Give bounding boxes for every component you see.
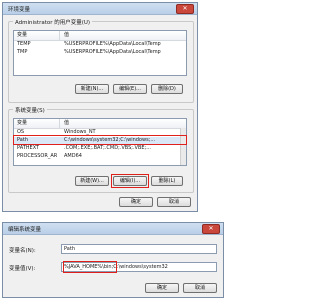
variable-name: PATHEXT — [17, 145, 40, 151]
system-delete-button[interactable]: 删除(L) — [151, 176, 183, 186]
table-row[interactable]: TMP %USERPROFILE%\AppData\Local\Temp — [14, 49, 186, 57]
column-header-variable[interactable]: 变量 — [17, 32, 27, 39]
column-header-value[interactable]: 值 — [64, 120, 69, 127]
variable-value: .COM;.EXE;.BAT;.CMD;.VBS;.VBE;... — [64, 145, 152, 151]
ok-button[interactable]: 确定 — [119, 197, 153, 207]
user-edit-button[interactable]: 编辑(E)... — [113, 84, 147, 94]
table-row[interactable]: PATHEXT .COM;.EXE;.BAT;.CMD;.VBS;.VBE;..… — [14, 145, 186, 153]
dialog-title: 编辑系统变量 — [8, 227, 42, 233]
cancel-button[interactable]: 取消 — [157, 197, 191, 207]
java-home-highlight — [63, 261, 117, 273]
table-header: 变量 值 — [14, 119, 186, 129]
ok-button[interactable]: 确定 — [145, 283, 179, 293]
variable-value: %USERPROFILE%\AppData\Local\Temp — [64, 49, 161, 55]
variable-name: TMP — [17, 49, 28, 55]
edit-system-variable-dialog: 编辑系统变量 ✕ 变量名(N): Path 变量值(V): %JAVA_HOME… — [2, 222, 224, 298]
user-new-button[interactable]: 新建(N)... — [75, 84, 109, 94]
user-variables-table[interactable]: 变量 值 TEMP %USERPROFILE%\AppData\Local\Te… — [13, 30, 187, 76]
path-row-highlight — [13, 135, 187, 145]
vertical-scrollbar[interactable] — [180, 128, 186, 165]
system-variables-group: 系统变量(S) 变量 值 OS Windows_NT Path C:\windo… — [8, 106, 194, 193]
column-header-value[interactable]: 值 — [64, 32, 69, 39]
variable-name-label: 变量名(N): — [9, 248, 36, 254]
user-variables-group: Administrator 的用户变量(U) 变量 值 TEMP %USERPR… — [8, 18, 194, 103]
table-header: 变量 值 — [14, 31, 186, 41]
dialog-title: 环境变量 — [8, 7, 31, 13]
close-button[interactable]: ✕ — [202, 224, 220, 234]
cancel-button[interactable]: 取消 — [183, 283, 217, 293]
edit-button-highlight — [111, 174, 149, 188]
title-bar[interactable]: 环境变量 ✕ — [3, 3, 197, 15]
variable-name: PROCESSOR_AR — [17, 153, 58, 159]
table-row[interactable]: PROCESSOR_AR AMD64 — [14, 153, 186, 161]
variable-name: TEMP — [17, 41, 31, 47]
table-row[interactable]: TEMP %USERPROFILE%\AppData\Local\Temp — [14, 41, 186, 49]
user-delete-button[interactable]: 删除(D) — [151, 84, 183, 94]
column-header-variable[interactable]: 变量 — [17, 120, 27, 127]
variable-value: AMD64 — [64, 153, 82, 159]
system-variables-label: 系统变量(S) — [13, 106, 47, 114]
user-variables-label: Administrator 的用户变量(U) — [13, 18, 93, 26]
title-bar[interactable]: 编辑系统变量 ✕ — [3, 223, 223, 235]
system-new-button[interactable]: 新建(W)... — [75, 176, 109, 186]
variable-value-label: 变量值(V): — [9, 266, 36, 272]
variable-name-input[interactable]: Path — [61, 244, 217, 254]
variable-value: %USERPROFILE%\AppData\Local\Temp — [64, 41, 161, 47]
env-variables-dialog: 环境变量 ✕ Administrator 的用户变量(U) 变量 值 TEMP … — [2, 2, 198, 212]
close-button[interactable]: ✕ — [176, 4, 194, 14]
